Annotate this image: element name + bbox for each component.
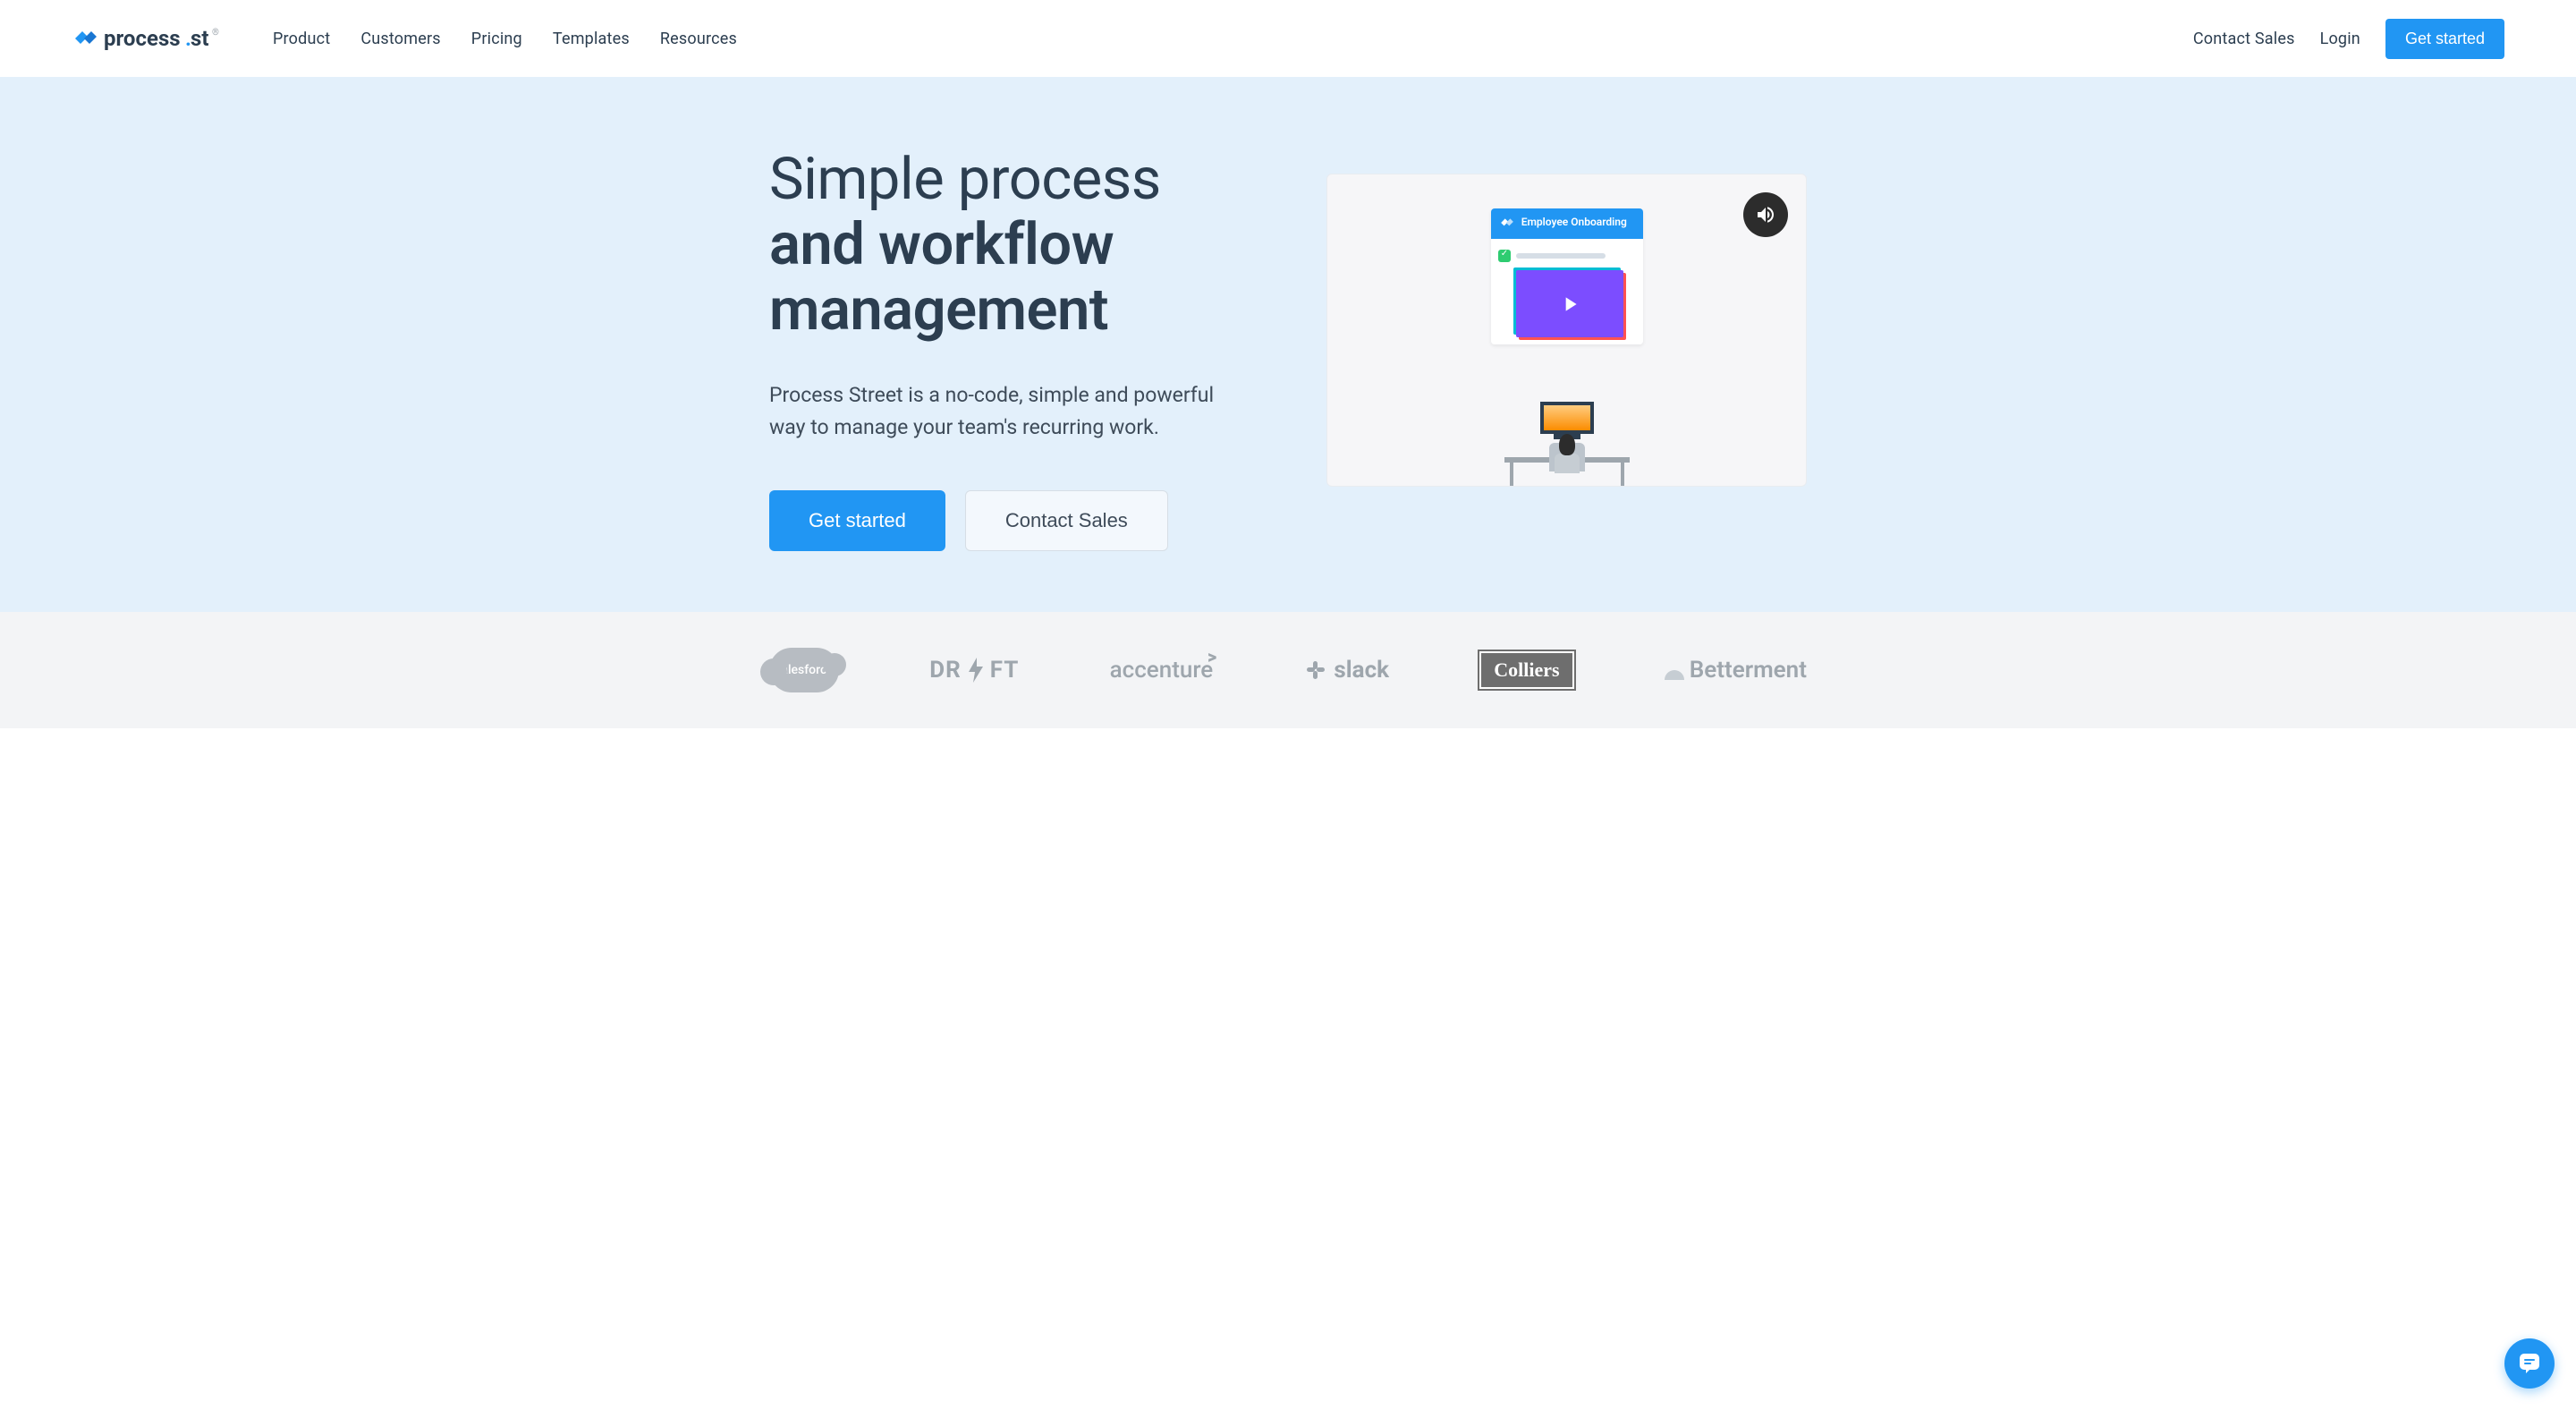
hero-title-line2: and workflow management <box>769 210 1114 344</box>
betterment-text: Betterment <box>1690 657 1807 684</box>
nav-right: Contact Sales Login Get started <box>2193 19 2504 59</box>
unmute-button[interactable] <box>1743 192 1788 237</box>
nav-templates[interactable]: Templates <box>553 30 630 48</box>
video-board-body <box>1491 239 1643 344</box>
slack-text: slack <box>1334 657 1389 684</box>
hero-inner: Simple process and workflow management P… <box>698 147 1878 551</box>
chat-launcher-button[interactable] <box>2504 1338 2555 1389</box>
logo-mark-icon: process . st ® <box>72 19 224 58</box>
video-play-overlay <box>1516 270 1623 337</box>
hero-video[interactable]: Employee Onboarding <box>1326 174 1807 487</box>
customer-logo-colliers[interactable]: Colliers <box>1479 651 1573 689</box>
hero-title-line1: Simple process <box>769 145 1161 213</box>
svg-text:st: st <box>191 26 208 51</box>
hero-copy: Simple process and workflow management P… <box>769 147 1273 551</box>
video-board-header: Employee Onboarding <box>1491 208 1643 239</box>
hero-video-card: Employee Onboarding <box>1326 174 1807 487</box>
lightning-icon <box>967 658 985 683</box>
svg-text:process: process <box>104 26 181 51</box>
nav-resources[interactable]: Resources <box>660 30 737 48</box>
logo-mark-small-icon <box>1500 216 1514 230</box>
hero-section: Simple process and workflow management P… <box>0 77 2576 612</box>
nav-pricing[interactable]: Pricing <box>471 30 522 48</box>
customer-logo-salesforce[interactable]: salesforce <box>769 648 839 692</box>
customer-logos-inner: salesforce DR FT accenture > slack Colli <box>698 648 1878 692</box>
video-desk-graphic <box>1504 402 1630 486</box>
header: process . st ® Product Customers Pricing… <box>0 0 2576 77</box>
slack-icon <box>1303 658 1328 683</box>
customer-logo-betterment[interactable]: Betterment <box>1665 657 1807 684</box>
accenture-text: accenture <box>1110 657 1214 684</box>
chat-icon <box>2517 1351 2542 1376</box>
nav-product[interactable]: Product <box>273 30 330 48</box>
nav-main: Product Customers Pricing Templates Reso… <box>273 30 737 48</box>
audio-icon <box>1755 204 1776 225</box>
customer-logos-strip: salesforce DR FT accenture > slack Colli <box>0 612 2576 728</box>
customer-logo-accenture[interactable]: accenture > <box>1110 657 1214 684</box>
hero-buttons: Get started Contact Sales <box>769 490 1273 551</box>
nav-contact-sales[interactable]: Contact Sales <box>2193 30 2295 48</box>
svg-text:®: ® <box>212 27 219 38</box>
hero-get-started-button[interactable]: Get started <box>769 490 945 551</box>
accenture-arrow-icon: > <box>1208 646 1216 667</box>
nav-get-started-button[interactable]: Get started <box>2385 19 2504 59</box>
nav-customers[interactable]: Customers <box>360 30 440 48</box>
hero-contact-sales-button[interactable]: Contact Sales <box>965 490 1168 551</box>
play-icon <box>1558 293 1581 316</box>
video-board-graphic: Employee Onboarding <box>1491 208 1643 344</box>
salesforce-text: salesforce <box>775 663 834 677</box>
hero-title: Simple process and workflow management <box>769 147 1273 342</box>
hero-subtitle: Process Street is a no-code, simple and … <box>769 379 1234 443</box>
logo[interactable]: process . st ® <box>72 19 228 58</box>
video-board-title: Employee Onboarding <box>1521 217 1627 229</box>
nav-login[interactable]: Login <box>2320 30 2360 48</box>
customer-logo-drift[interactable]: DR FT <box>929 657 1019 684</box>
salesforce-cloud-icon: salesforce <box>769 648 839 692</box>
colliers-badge: Colliers <box>1479 651 1573 689</box>
customer-logo-slack[interactable]: slack <box>1303 657 1389 684</box>
betterment-sun-icon <box>1665 660 1684 680</box>
